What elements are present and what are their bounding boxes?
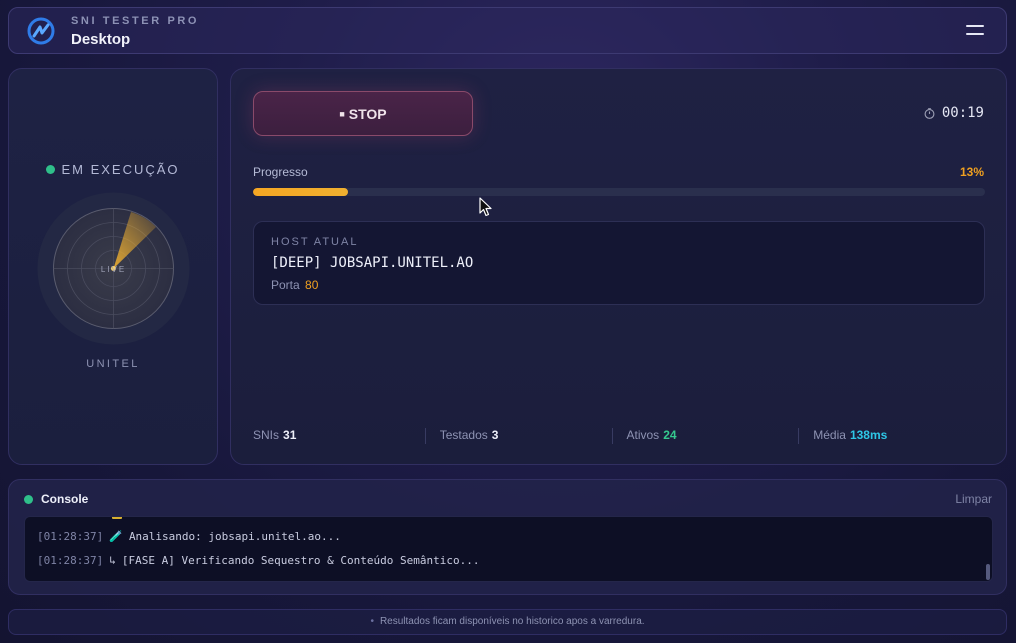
- console-scrollbar[interactable]: [986, 564, 990, 580]
- port-value: 80: [305, 278, 319, 292]
- log-line: [01:28:37] ↳ [FASE A] Verificando Sequestr…: [37, 554, 479, 567]
- app-label: SNI TESTER PRO: [71, 15, 200, 27]
- console-title: Console: [41, 492, 89, 506]
- stat-value: 31: [283, 428, 297, 442]
- log-timestamp: [01:28:37]: [37, 530, 104, 543]
- stat-label: Média: [813, 428, 846, 442]
- mouse-cursor-icon: [479, 197, 492, 217]
- radar-panel: EM EXECUÇÃO LIVE UNITEL: [8, 68, 218, 465]
- host-card-title: HOST ATUAL: [271, 236, 359, 248]
- status-dot: [46, 165, 56, 174]
- radar-live-label: LIVE: [101, 265, 126, 274]
- stat-label: Ativos: [626, 428, 660, 442]
- scan-panel: ■ STOP 00:19 Progresso 13% HOST ATUAL [D…: [230, 68, 1007, 465]
- console-log[interactable]: [01:28:37] 🧪 Analisando: jobsapi.unitel.ao…: [24, 516, 993, 582]
- footer-note: • Resultados ficam disponíveis no histori…: [8, 609, 1007, 635]
- stat-testados: Testados 3: [424, 428, 612, 444]
- stop-button[interactable]: ■ STOP: [253, 91, 473, 136]
- stats-row: SNIs 31 Testados 3 Ativos 24 Média 138ms: [253, 428, 985, 444]
- status-indicator: EM EXECUÇÃO: [9, 162, 217, 177]
- clear-console-button[interactable]: Limpar: [955, 492, 992, 506]
- console-panel: Console Limpar [01:28:37] 🧪 Analisando: jo…: [8, 479, 1007, 595]
- log-timestamp: [01:28:37]: [37, 554, 104, 567]
- test-tube-icon: 🧪: [109, 530, 123, 543]
- stat-label: SNIs: [253, 428, 280, 442]
- footer-text: Resultados ficam disponíveis no historic…: [379, 616, 645, 627]
- progress-fill: [253, 188, 349, 196]
- progress-percent: 13%: [959, 165, 984, 179]
- stat-value: 3: [491, 428, 499, 442]
- stat-snis: SNIs 31: [253, 428, 425, 444]
- log-text: [FASE A] Verificando Sequestro & Conteúd…: [121, 554, 480, 567]
- progress-bar: [253, 188, 985, 196]
- stat-ativos: Ativos 24: [611, 428, 799, 444]
- current-host-name: [DEEP] JOBSAPI.UNITEL.AO: [271, 255, 474, 271]
- port-label: Porta: [271, 278, 300, 292]
- stop-icon: ■: [339, 108, 345, 119]
- progress-label: Progresso: [253, 165, 308, 179]
- window-title: Desktop: [71, 31, 131, 48]
- current-host-card: HOST ATUAL [DEEP] JOBSAPI.UNITEL.AO Port…: [253, 221, 985, 305]
- stop-button-label: STOP: [348, 105, 387, 122]
- stat-label: Testados: [439, 428, 488, 442]
- stat-value: 24: [663, 428, 677, 442]
- return-arrow-icon: ↳: [109, 554, 116, 567]
- status-text: EM EXECUÇÃO: [61, 162, 180, 177]
- log-line: [01:28:37] 🧪 Analisando: jobsapi.unitel.ao…: [37, 530, 341, 543]
- app-header: SNI TESTER PRO Desktop: [8, 7, 1007, 54]
- operator-label: UNITEL: [86, 358, 140, 370]
- log-partial-line: [112, 517, 122, 519]
- log-text: Analisando: jobsapi.unitel.ao...: [128, 530, 341, 543]
- hamburger-menu-icon[interactable]: [966, 25, 984, 37]
- radar-display: LIVE: [37, 192, 190, 345]
- stat-media: Média 138ms: [798, 428, 985, 444]
- footer-bullet: •: [370, 616, 374, 627]
- network-swirl-icon: [27, 17, 55, 45]
- timer-icon: [924, 107, 935, 119]
- timer-value: 00:19: [941, 105, 984, 121]
- console-status-dot: [24, 495, 33, 504]
- elapsed-timer: 00:19: [924, 105, 984, 121]
- stat-value: 138ms: [849, 428, 888, 442]
- current-host-port: Porta 80: [271, 278, 318, 292]
